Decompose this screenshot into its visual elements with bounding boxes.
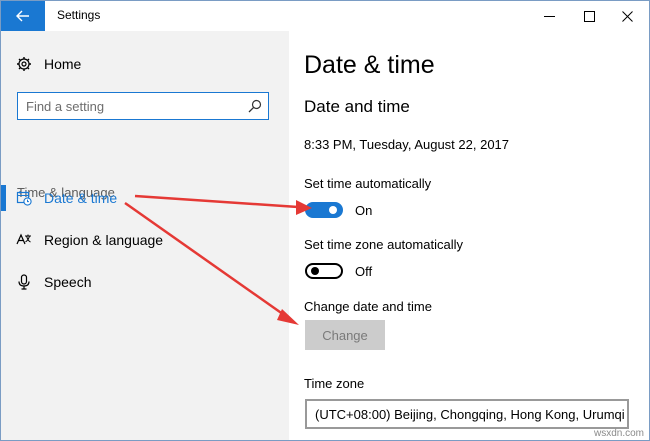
microphone-icon xyxy=(18,274,30,290)
title-bar: Settings xyxy=(1,1,649,31)
watermark: wsxdn.com xyxy=(593,428,644,439)
active-indicator xyxy=(1,185,6,211)
settings-window: Settings Home Time & language xyxy=(0,0,650,441)
sidebar-item-home[interactable]: Home xyxy=(1,48,289,80)
page-title: Date & time xyxy=(304,51,435,79)
calendar-clock-icon xyxy=(16,191,32,206)
close-button[interactable] xyxy=(607,1,647,31)
sidebar-item-label: Speech xyxy=(44,274,92,290)
set-time-auto-state: On xyxy=(355,203,373,218)
back-arrow-icon xyxy=(16,10,29,22)
sidebar-item-region-language[interactable]: Region & language xyxy=(1,224,289,256)
section-heading: Date and time xyxy=(304,97,410,116)
gear-icon xyxy=(17,57,31,71)
change-button[interactable]: Change xyxy=(305,320,385,350)
window-title: Settings xyxy=(57,8,101,22)
search-icon xyxy=(248,99,262,113)
content-pane: Date & time Date and time 8:33 PM, Tuesd… xyxy=(289,31,649,440)
time-zone-dropdown[interactable]: (UTC+08:00) Beijing, Chongqing, Hong Kon… xyxy=(305,399,629,429)
sidebar: Home Time & language Date & time xyxy=(1,31,289,440)
sidebar-item-label: Date & time xyxy=(44,190,118,206)
sidebar-item-speech[interactable]: Speech xyxy=(1,266,289,298)
toggle-knob xyxy=(311,267,319,275)
search-box[interactable] xyxy=(17,92,269,120)
time-zone-value: (UTC+08:00) Beijing, Chongqing, Hong Kon… xyxy=(315,407,625,422)
minimize-icon xyxy=(543,15,555,17)
set-timezone-auto-state: Off xyxy=(355,264,373,279)
search-input[interactable] xyxy=(18,93,246,119)
maximize-button[interactable] xyxy=(569,1,609,31)
toggle-knob xyxy=(329,206,337,214)
sidebar-item-label: Home xyxy=(44,56,82,72)
maximize-icon xyxy=(583,10,595,22)
language-icon xyxy=(16,233,31,245)
sidebar-item-label: Region & language xyxy=(44,232,164,248)
set-time-auto-toggle[interactable] xyxy=(305,202,343,218)
set-timezone-auto-label: Set time zone automatically xyxy=(304,237,463,252)
minimize-button[interactable] xyxy=(529,1,569,31)
sidebar-item-date-time[interactable]: Date & time xyxy=(1,182,289,214)
set-time-auto-label: Set time automatically xyxy=(304,176,432,191)
back-button[interactable] xyxy=(1,1,45,31)
change-datetime-label: Change date and time xyxy=(304,299,432,314)
current-datetime: 8:33 PM, Tuesday, August 22, 2017 xyxy=(304,137,510,152)
close-icon xyxy=(621,10,633,22)
time-zone-label: Time zone xyxy=(304,376,365,391)
set-timezone-auto-toggle[interactable] xyxy=(305,263,343,279)
